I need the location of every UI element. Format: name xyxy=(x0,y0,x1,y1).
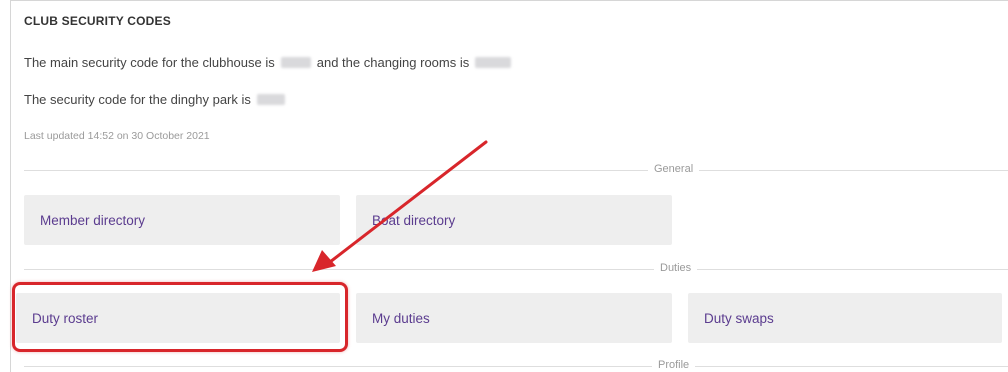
annotation-arrow-icon xyxy=(312,140,488,272)
